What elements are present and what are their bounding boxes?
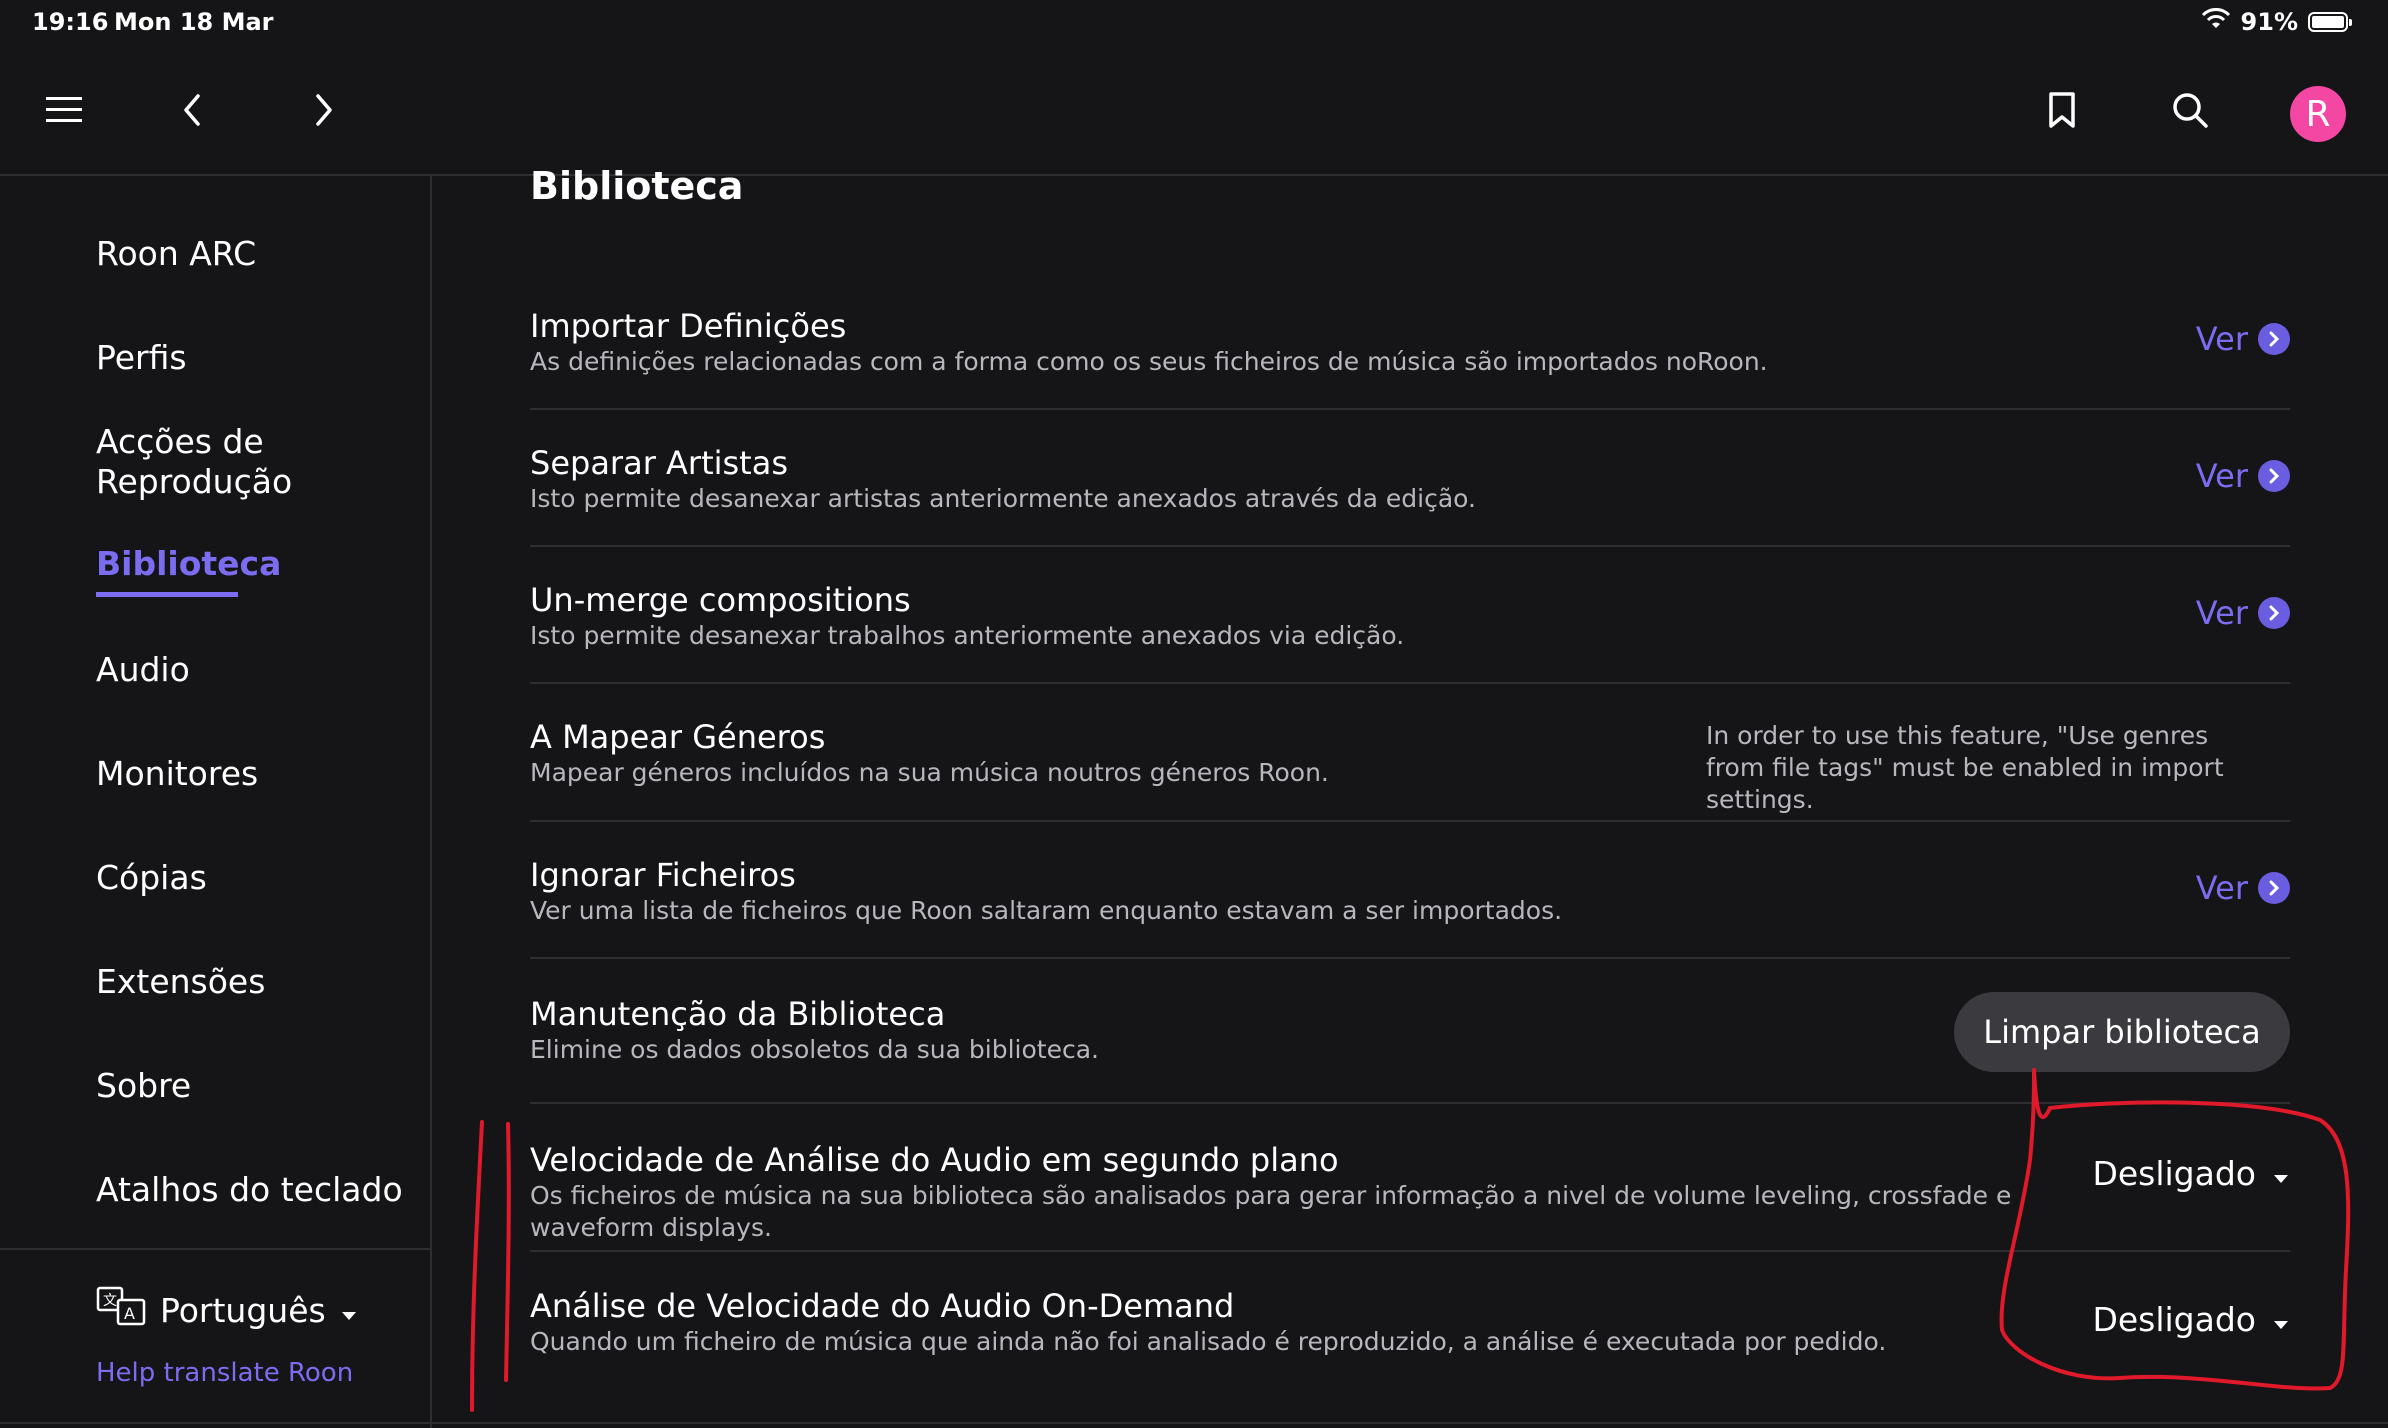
setting-row-mapear-generos: A Mapear Géneros Mapear géneros incluído… bbox=[530, 717, 1630, 789]
setting-row-unmerge: Un-merge compositions Isto permite desan… bbox=[530, 580, 2290, 652]
sidebar-item-copias[interactable]: Cópias bbox=[96, 858, 207, 898]
ver-button[interactable]: Ver bbox=[2196, 457, 2290, 495]
setting-title: Separar Artistas bbox=[530, 444, 788, 482]
sidebar-item-biblioteca[interactable]: Biblioteca bbox=[96, 544, 281, 584]
row-divider bbox=[530, 820, 2290, 822]
setting-row-on-demand-analysis: Análise de Velocidade do Audio On-Demand… bbox=[530, 1286, 2030, 1358]
translate-icon: 文A bbox=[96, 1286, 146, 1334]
arrow-right-circle-icon bbox=[2258, 460, 2290, 492]
ver-button[interactable]: Ver bbox=[2196, 320, 2290, 358]
sidebar-item-sobre[interactable]: Sobre bbox=[96, 1066, 191, 1106]
status-indicators: 91% bbox=[2201, 8, 2352, 36]
setting-title: Un-merge compositions bbox=[530, 581, 911, 619]
row-divider bbox=[530, 545, 2290, 547]
on-demand-analysis-dropdown[interactable]: Desligado bbox=[2092, 1300, 2290, 1339]
top-bar bbox=[0, 48, 2388, 176]
setting-row-separar-artistas: Separar Artistas Isto permite desanexar … bbox=[530, 443, 2290, 515]
bottom-border bbox=[0, 1422, 2388, 1424]
page-title: Biblioteca bbox=[530, 164, 744, 208]
sidebar-item-monitores[interactable]: Monitores bbox=[96, 754, 258, 794]
setting-title: Manutenção da Biblioteca bbox=[530, 995, 946, 1033]
row-divider bbox=[530, 408, 2290, 410]
dropdown-value: Desligado bbox=[2092, 1154, 2256, 1193]
language-selector[interactable]: 文A Português bbox=[96, 1286, 358, 1334]
setting-description: Ver uma lista de ficheiros que Roon salt… bbox=[530, 896, 1563, 925]
setting-row-background-analysis: Velocidade de Análise do Audio em segund… bbox=[530, 1140, 2130, 1244]
chevron-left-icon[interactable] bbox=[160, 78, 224, 142]
caret-down-icon bbox=[340, 1291, 358, 1330]
main-content: Biblioteca Importar Definições As defini… bbox=[434, 164, 2388, 1428]
battery-icon bbox=[2308, 12, 2352, 32]
setting-title: Ignorar Ficheiros bbox=[530, 856, 796, 894]
genres-note: In order to use this feature, "Use genre… bbox=[1706, 721, 2224, 814]
sidebar: Roon ARC Perfis Acções de Reprodução Bib… bbox=[0, 176, 432, 1428]
setting-title: Velocidade de Análise do Audio em segund… bbox=[530, 1141, 1339, 1179]
hamburger-menu-icon[interactable] bbox=[32, 78, 96, 142]
active-tab-indicator bbox=[96, 592, 238, 597]
setting-description: Isto permite desanexar artistas anterior… bbox=[530, 484, 1476, 513]
setting-title: Análise de Velocidade do Audio On-Demand bbox=[530, 1287, 1235, 1325]
wifi-icon bbox=[2201, 8, 2231, 36]
setting-description: As definições relacionadas com a forma c… bbox=[530, 347, 1768, 376]
arrow-right-circle-icon bbox=[2258, 872, 2290, 904]
setting-description: Os ficheiros de música na sua biblioteca… bbox=[530, 1181, 2012, 1242]
avatar[interactable]: R bbox=[2290, 86, 2346, 142]
language-label: Português bbox=[160, 1290, 326, 1330]
row-divider bbox=[530, 682, 2290, 684]
chevron-right-icon[interactable] bbox=[292, 78, 356, 142]
setting-description: Isto permite desanexar trabalhos anterio… bbox=[530, 621, 1405, 650]
status-time: 19:16 bbox=[32, 8, 109, 36]
sidebar-item-accoes-reproducao[interactable]: Acções de Reprodução bbox=[96, 422, 316, 502]
setting-description: Elimine os dados obsoletos da sua biblio… bbox=[530, 1035, 1099, 1064]
setting-title: Importar Definições bbox=[530, 307, 847, 345]
search-icon[interactable] bbox=[2158, 78, 2222, 142]
status-bar: 19:16 Mon 18 Mar 91% bbox=[0, 0, 2388, 48]
row-divider bbox=[530, 1250, 2290, 1252]
setting-description: Mapear géneros incluídos na sua música n… bbox=[530, 758, 1329, 787]
row-divider bbox=[530, 957, 2290, 959]
ver-label: Ver bbox=[2195, 869, 2248, 907]
ver-label: Ver bbox=[2195, 457, 2248, 495]
sidebar-item-extensoes[interactable]: Extensões bbox=[96, 962, 265, 1002]
sidebar-divider bbox=[0, 1248, 430, 1250]
setting-title: A Mapear Géneros bbox=[530, 718, 826, 756]
sidebar-item-atalhos-teclado[interactable]: Atalhos do teclado bbox=[96, 1170, 403, 1210]
ver-label: Ver bbox=[2195, 594, 2248, 632]
svg-text:A: A bbox=[124, 1304, 135, 1323]
battery-percent: 91% bbox=[2240, 8, 2298, 36]
status-date: Mon 18 Mar bbox=[114, 8, 274, 36]
bookmark-icon[interactable] bbox=[2030, 78, 2094, 142]
sidebar-item-perfis[interactable]: Perfis bbox=[96, 338, 187, 378]
ver-label: Ver bbox=[2195, 320, 2248, 358]
background-analysis-dropdown[interactable]: Desligado bbox=[2092, 1154, 2290, 1193]
setting-description: Quando um ficheiro de música que ainda n… bbox=[530, 1327, 1887, 1356]
help-translate-link[interactable]: Help translate Roon bbox=[96, 1358, 353, 1388]
caret-down-icon bbox=[2272, 1300, 2290, 1339]
caret-down-icon bbox=[2272, 1154, 2290, 1193]
ver-button[interactable]: Ver bbox=[2196, 869, 2290, 907]
setting-row-manutencao: Manutenção da Biblioteca Elimine os dado… bbox=[530, 994, 1830, 1066]
sidebar-item-audio[interactable]: Audio bbox=[96, 650, 190, 690]
setting-row-importar: Importar Definições As definições relaci… bbox=[530, 306, 2290, 378]
ver-button[interactable]: Ver bbox=[2196, 594, 2290, 632]
clean-library-button[interactable]: Limpar biblioteca bbox=[1954, 992, 2290, 1072]
setting-row-ignorar-ficheiros: Ignorar Ficheiros Ver uma lista de fiche… bbox=[530, 855, 2290, 927]
sidebar-item-roon-arc[interactable]: Roon ARC bbox=[96, 234, 256, 274]
dropdown-value: Desligado bbox=[2092, 1300, 2256, 1339]
arrow-right-circle-icon bbox=[2258, 597, 2290, 629]
arrow-right-circle-icon bbox=[2258, 323, 2290, 355]
svg-text:文: 文 bbox=[103, 1293, 117, 1309]
row-divider bbox=[530, 1102, 2290, 1104]
